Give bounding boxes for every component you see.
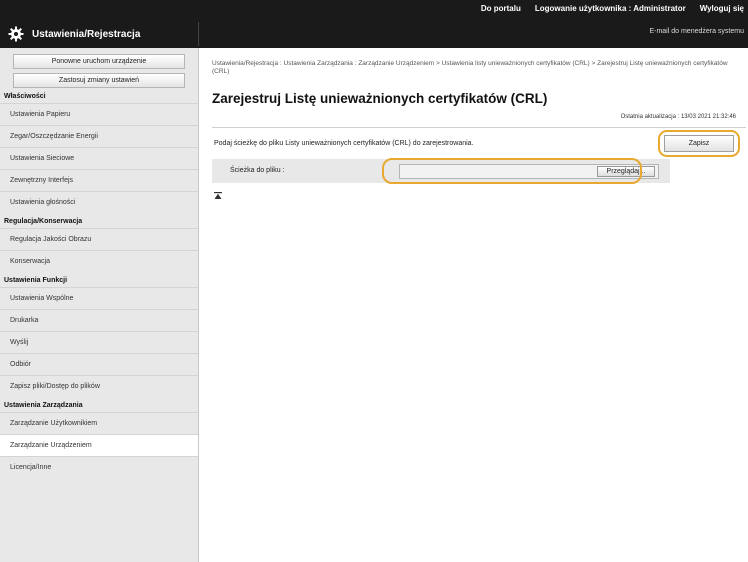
sidebar-item-paper-settings[interactable]: Ustawienia Papieru [0,103,198,125]
portal-link[interactable]: Do portalu [481,4,521,18]
sidebar-item-common-settings[interactable]: Ustawienia Wspólne [0,287,198,309]
top-bar: Do portalu Logowanie użytkownika : Admin… [0,0,748,48]
sidebar-item-maintenance[interactable]: Konserwacja [0,250,198,272]
sidebar-item-external-interface[interactable]: Zewnętrzny Interfejs [0,169,198,191]
sidebar-item-volume-settings[interactable]: Ustawienia głośności [0,191,198,213]
login-user-label: Logowanie użytkownika : Administrator [534,4,686,13]
title-divider [212,127,746,128]
sidebar-section-management-settings: Ustawienia Zarządzania [4,402,83,409]
sidebar-section-adjustment: Regulacja/Konserwacja [4,218,83,225]
sidebar-item-network-settings[interactable]: Ustawienia Sieciowe [0,147,198,169]
file-path-label: Ścieżka do pliku : [230,167,285,174]
sidebar-item-device-management[interactable]: Zarządzanie Urządzeniem [0,434,198,456]
sidebar-item-license-other[interactable]: Licencja/Inne [0,456,198,478]
instruction-text: Podaj ścieżkę do pliku Listy unieważnion… [214,140,474,147]
save-button[interactable]: Zapisz [664,135,734,152]
sidebar-section-function-settings: Ustawienia Funkcji [4,277,68,284]
sidebar: Ponowne uruchom urządzenie Zastosuj zmia… [0,48,199,562]
apply-settings-button[interactable]: Zastosuj zmiany ustawień [13,73,185,88]
sidebar-item-printer[interactable]: Drukarka [0,309,198,331]
app-header: Ustawienia/Rejestracja [8,26,140,42]
gear-icon [8,26,24,42]
restart-device-button[interactable]: Ponowne uruchom urządzenie [13,54,185,69]
top-links: Do portalu Logowanie użytkownika : Admin… [481,4,744,18]
sidebar-item-send[interactable]: Wyślij [0,331,198,353]
email-admin-link[interactable]: E-mail do menedżera systemu [649,28,744,35]
last-update-timestamp: Ostatnia aktualizacja : 13/03 2021 21:32… [620,114,736,120]
logout-link[interactable]: Wyloguj się [700,4,744,18]
sidebar-section-preferences: Właściwości [4,93,46,100]
app-title: Ustawienia/Rejestracja [32,28,141,40]
page-title: Zarejestruj Listę unieważnionych certyfi… [212,91,548,106]
sidebar-item-timer-energy[interactable]: Zegar/Oszczędzanie Energii [0,125,198,147]
scroll-to-top-icon[interactable] [214,192,222,200]
main-content: Ustawienia/Rejestracja : Ustawienia Zarz… [200,48,748,562]
sidebar-item-store-access-files[interactable]: Zapisz pliki/Dostęp do plików [0,375,198,397]
browse-highlight-ring [382,158,642,184]
breadcrumb[interactable]: Ustawienia/Rejestracja : Ustawienia Zarz… [212,60,732,76]
sidebar-item-image-quality[interactable]: Regulacja Jakości Obrazu [0,228,198,250]
sidebar-item-user-management[interactable]: Zarządzanie Użytkownikiem [0,412,198,434]
sidebar-item-receive[interactable]: Odbiór [0,353,198,375]
header-divider [198,22,199,46]
